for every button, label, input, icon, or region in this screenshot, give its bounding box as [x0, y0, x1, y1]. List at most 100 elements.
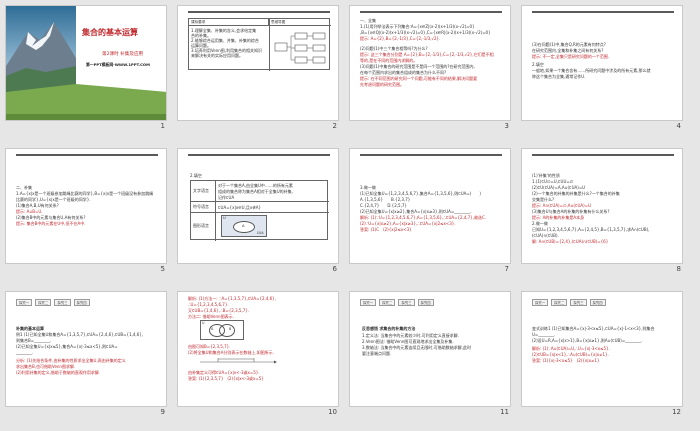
section-heading: 一、全集 [360, 18, 376, 23]
text-line: (∁UA)∩(∁UB). [532, 233, 559, 238]
venn-label-a: A [242, 224, 245, 228]
slide-preview: 一、全集 1.(1)用列举法表示下列集合:A={x∈Z|(x-2)(x+1/3)… [349, 5, 511, 121]
slide-number: 12 [672, 408, 681, 416]
slide-thumbnail-11[interactable]: 探究一 探究二 探究三 探究四 反思感悟 求集合的补集的方法 1.定义法: 当集… [349, 291, 511, 420]
hint-line: 等的,是在不同的范围内求解的。 [360, 58, 418, 63]
tab-explore-2: 探究二 [379, 299, 396, 306]
number-line [200, 358, 277, 364]
text-line: (2)∁U(∁UA)=A,A∪(∁UA)=U [532, 185, 586, 190]
slide-preview: 探究一 探究二 探究三 探究四 补集的基本运算 例1 (1)已知全集U和集合A=… [5, 291, 167, 407]
venn-label-a: A [211, 327, 214, 331]
choice-line: A.{1,3,5,6} B.{2,3,7} [360, 197, 411, 202]
analysis-line: 分析: (1)先结合条件,由补集的性质求出全集U,再由补集的定义 [16, 358, 126, 363]
solution-line: 解析: (1)∵A∪(∁UA)=U,∴U={x|-3<x≤5}. [532, 346, 610, 351]
tab-explore-1: 探究一 [360, 299, 377, 306]
analysis-line: (2)利用补集的定义,借助于数轴的直观作用求解. [16, 370, 101, 375]
text-line: (2)一个集合的补集的补集是什么?一个集合的补集 [532, 191, 620, 196]
presentation-subtitle: 第2课时 补集及应用 [102, 52, 144, 57]
complement-definition-table: 文字语言 符号语言 图形语言 对于一个集合A,由全集U中……的所有元素 组成的集… [190, 180, 329, 241]
slide-number: 9 [160, 408, 165, 416]
text-line: 1.(1)用列举法表示下列集合:A={x∈Z|(x-2)(x+1/3)(x-√2… [360, 24, 475, 29]
section-heading: (1)'补集'的性质 [532, 173, 560, 178]
section-heading: 二、补集 [16, 185, 32, 190]
venn-label-b: B [229, 327, 232, 331]
text-line: 比赛的同学},U={x|x是一个班级的同学}. [16, 197, 91, 202]
header-bar [16, 154, 158, 156]
text-line: 已知U={1,2,3,4,5,6,7},A={2,4,5},B={1,3,5,7… [532, 227, 650, 232]
slide-thumbnail-1[interactable]: 集合的基本运算 第2课时 补集及应用 第一PPT模板网-WWW.1PPT.COM… [5, 5, 167, 134]
slide-preview: (1)'补集'的性质 1.(1)∁U∅=U,∁UU=∅ (2)∁U(∁UA)=A… [521, 148, 683, 264]
slide-preview: 解析: (1)方法一: ∵A={1,3,5,7},∁UA={2,4,6}, ∴U… [177, 291, 339, 407]
tab-explore-3: 探究三 [570, 299, 587, 306]
hint-line: 提示: 这三个集合分别是 A={2},B={2,-1/3},C={2,-1/3,… [360, 52, 494, 57]
choice-line: C.{2,4,7} D.{2,5,7} [360, 203, 407, 208]
text-line: 3.数轴法: 当集合中的元素连续且无限时,可借助数轴求解,此时 [362, 345, 471, 350]
venn-label-complement: ∁UA [257, 231, 264, 235]
text-line: ,B={x∈Q|(x-2)(x+1/3)(x-√2)=0},C={x∈R|(x-… [360, 30, 491, 35]
section-heading: 2.填空 [190, 173, 202, 178]
definition-text: 对于一个集合A,由全集U中……的所有元素 [218, 183, 293, 188]
text-line: 交集是什么? [532, 197, 555, 202]
definition-text: 组成的集合称为集合A相对于全集U的补集, [218, 189, 293, 194]
hint-line: 提示: 集合B中的元素在U中,但不在A中. [16, 221, 86, 226]
solution-line: (2)将全集U和集合A分别表示在数轴上,如图所示. [188, 350, 274, 355]
text-line: U=________. [532, 332, 556, 337]
text-line: 一般地,如果一个集合含有……所研究问题中涉及的所有元素,那么就 [532, 68, 651, 73]
text-line: 2.填空 [532, 62, 544, 67]
solution-line: (2)∁UB={x|x<1},∴A∪(∁UB)={x|x≠1}. [532, 352, 609, 357]
symbol-text: ∁UA={x|x∈U,且x∉A} [218, 205, 262, 210]
tab-explore-4: 探究四 [73, 299, 90, 306]
slide-preview: 探究一 探究二 探究三 探究四 变式训练1 (1)已知集合A={x|-3<x≤5… [521, 291, 683, 407]
venn-diagram: U A ∁UA [221, 215, 267, 237]
solution-line: 解析: (1)∵U={1,2,3,4,5,6,7},A={1,3,5,6},∴∁… [360, 215, 487, 220]
text-line: (3)问题(1)中集合的研究范围是不是同一个范围的?在研究范围内, [360, 64, 475, 69]
mind-map-diagram [274, 32, 326, 64]
slide-number: 1 [160, 122, 165, 130]
text-line: 要注意端点问题. [362, 351, 392, 356]
text-line: (1)集合A,B,U有何关系? [16, 203, 59, 208]
hint-line: 先考虑问题的研究范围。 [360, 82, 404, 87]
tab-explore-4: 探究四 [589, 299, 606, 306]
slide-number: 7 [504, 265, 509, 273]
header-bar [188, 154, 330, 156]
slide-number: 8 [676, 265, 681, 273]
text-line: (2)集合B中的元素与集合U,A有何关系? [16, 215, 86, 220]
text-line: 称这个集合为全集,通常记作U. [532, 74, 586, 79]
solution-line: 又∁UB={1,4,6},∴B={2,3,5,7}. [188, 308, 250, 313]
slide-thumbnail-2[interactable]: 课标要求 思维导图 1.理解全集、补集的含义,会求给定集 合的补集。 2.能够综… [177, 5, 339, 134]
slide-thumbnail-7[interactable]: 3.做一做 (1)已知全集U={1,2,3,4,5,6,7},集合A={1,3,… [349, 148, 511, 277]
solution-line: 解: A∩(∁UB)={2,4},(∁UA)∩(∁UB)={6} [532, 239, 609, 244]
text-line: 2.Venn图法: 借助Venn图可直观地求出全集及补集. [362, 339, 454, 344]
slide-thumbnail-3[interactable]: 一、全集 1.(1)用列举法表示下列集合:A={x∈Z|(x-2)(x+1/3)… [349, 5, 511, 134]
slide-thumbnail-5[interactable]: 二、补集 1.A={x|x是一个班级参加跳绳比赛的同学},B={x|x是一个班级… [5, 148, 167, 277]
answer-line: 答案: (1)C (2){x|2≤x<3} [360, 227, 412, 232]
slide-number: 4 [676, 122, 681, 130]
text-line: ________. [16, 350, 34, 355]
hint-line: 提示: A={2},B={2,-1/3},C={2,-1/3,√2}. [360, 36, 441, 41]
footer-text: 第一PPT模板网-WWW.1PPT.COM [86, 62, 150, 67]
text-line: 1.定义法: 当集合中的元素较少时,可利用定义直接求解. [362, 333, 459, 338]
solution-line: 解析: (1)方法一: ∵A={1,3,5,7},∁UA={2,4,6}, [188, 296, 276, 301]
solution-line: ∴U={1,2,3,4,5,6,7}. [188, 302, 229, 307]
tab-explore-3: 探究三 [54, 299, 71, 306]
presentation-title: 集合的基本运算 [82, 28, 138, 37]
text-line: (2)问题(1)中三个集合相等吗?为什么? [360, 46, 428, 51]
text-line: (3)集合U与集合A的补集的补集有什么关系? [532, 209, 610, 214]
slide-thumbnail-6[interactable]: 2.填空 文字语言 符号语言 图形语言 对于一个集合A,由全集U中……的所有元素… [177, 148, 339, 277]
solution-line: (2)∵U={x|x≥2},A={x|x≥3},∴∁UA={x|2≤x<3}. [360, 221, 456, 226]
text-line: 在研究范围内,全集和补集之间有何关系? [532, 48, 604, 53]
slide-thumbnail-12[interactable]: 探究一 探究二 探究三 探究四 变式训练1 (1)已知集合A={x|-3<x≤5… [521, 291, 683, 420]
tab-explore-4: 探究四 [417, 299, 434, 306]
slide-thumbnail-8[interactable]: (1)'补集'的性质 1.(1)∁U∅=U,∁UU=∅ (2)∁U(∁UA)=A… [521, 148, 683, 277]
row-label: 图形语言 [193, 223, 209, 228]
explore-tabs: 探究一 探究二 探究三 探究四 [16, 299, 90, 306]
text-line: 2.做一做 [532, 221, 548, 226]
slide-thumbnail-10[interactable]: 解析: (1)方法一: ∵A={1,3,5,7},∁UA={2,4,6}, ∴U… [177, 291, 339, 420]
tab-explore-1: 探究一 [16, 299, 33, 306]
slide-thumbnail-9[interactable]: 探究一 探究二 探究三 探究四 补集的基本运算 例1 (1)已知全集U和集合A=… [5, 291, 167, 420]
section-heading: 补集的基本运算 [16, 326, 44, 331]
row-label: 文字语言 [193, 188, 209, 193]
answer-line: 答案: (1){2,3,5,7} (2){x|x<-3或x=5} [188, 376, 264, 381]
slide-number: 11 [500, 408, 509, 416]
slide-thumbnail-4[interactable]: (3)在问题(1)中,集合Q,R的元素有何特点? 在研究范围内,全集和补集之间有… [521, 5, 683, 134]
